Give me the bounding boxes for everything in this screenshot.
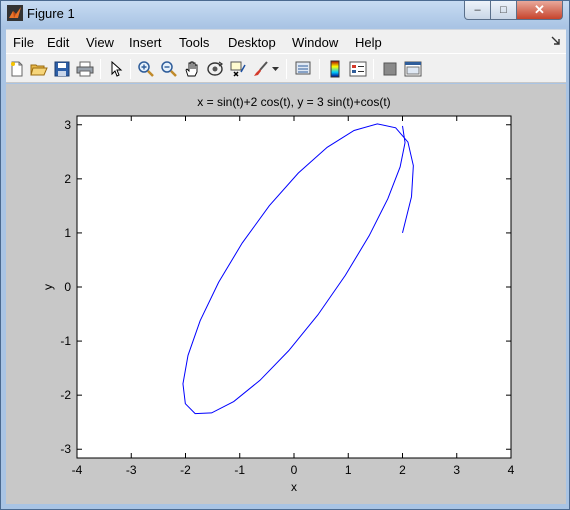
insert-colorbar-icon[interactable] xyxy=(325,59,345,79)
rotate-3d-icon[interactable] xyxy=(205,59,225,79)
save-icon[interactable] xyxy=(52,59,72,79)
figure-canvas[interactable]: -4 -3 -2 -1 0 1 2 3 4 -3 -2 -1 0 1 2 3 x = sin(t)+2 cos… xyxy=(6,84,566,504)
x-axis-label: x xyxy=(291,480,297,494)
menu-tools[interactable]: Tools xyxy=(179,35,209,50)
menu-insert[interactable]: Insert xyxy=(129,35,162,50)
figure-window: Figure 1 – □ ✕ File Edit View Insert Too… xyxy=(0,0,570,510)
y-tick-label: 0 xyxy=(64,280,71,294)
toolbar-separator xyxy=(130,59,131,79)
x-tick-label: 4 xyxy=(508,463,515,477)
close-button[interactable]: ✕ xyxy=(517,1,563,20)
toolbar-separator xyxy=(373,59,374,79)
figure-toolbar xyxy=(6,53,566,83)
x-tick-label: 2 xyxy=(399,463,406,477)
y-tick-label: -3 xyxy=(60,442,71,456)
new-figure-icon[interactable] xyxy=(7,59,27,79)
minimize-button[interactable]: – xyxy=(464,1,491,20)
menu-window[interactable]: Window xyxy=(292,35,338,50)
y-axis-label: y xyxy=(41,284,55,290)
matlab-logo-icon xyxy=(7,5,23,21)
y-tick-label: -1 xyxy=(60,334,71,348)
pan-hand-icon[interactable] xyxy=(182,59,202,79)
menu-view[interactable]: View xyxy=(86,35,114,50)
x-tick-label: 1 xyxy=(345,463,352,477)
data-cursor-icon[interactable] xyxy=(228,59,248,79)
open-file-icon[interactable] xyxy=(29,59,49,79)
menu-help[interactable]: Help xyxy=(355,35,382,50)
brush-icon[interactable] xyxy=(251,59,271,79)
menu-bar: File Edit View Insert Tools Desktop Wind… xyxy=(6,29,566,53)
toolbar-separator xyxy=(319,59,320,79)
menu-edit[interactable]: Edit xyxy=(47,35,69,50)
x-tick-label: -2 xyxy=(180,463,191,477)
link-plot-icon[interactable] xyxy=(293,59,313,79)
y-tick-label: 3 xyxy=(64,118,71,132)
window-title: Figure 1 xyxy=(27,6,75,21)
x-tick-label: 0 xyxy=(291,463,298,477)
zoom-out-icon[interactable] xyxy=(159,59,179,79)
plot-area[interactable]: -4 -3 -2 -1 0 1 2 3 4-3-2-10123 x = sin(t)+2 cos… xyxy=(6,84,566,504)
toolbar-separator xyxy=(286,59,287,79)
dock-arrow-icon[interactable] xyxy=(551,36,560,48)
maximize-button[interactable]: □ xyxy=(491,1,517,20)
y-tick-label: 1 xyxy=(64,226,71,240)
y-tick-label: 2 xyxy=(64,172,71,186)
menu-file[interactable]: File xyxy=(13,35,34,50)
hide-plot-tools-icon[interactable] xyxy=(380,59,400,79)
print-icon[interactable] xyxy=(75,59,95,79)
x-tick-label: 3 xyxy=(453,463,460,477)
x-tick-label: -3 xyxy=(126,463,137,477)
plot-title: x = sin(t)+2 cos(t), y = 3 sin(t)+cos(t) xyxy=(197,95,390,109)
x-tick-label: -4 xyxy=(72,463,83,477)
zoom-in-icon[interactable] xyxy=(136,59,156,79)
insert-legend-icon[interactable] xyxy=(348,59,368,79)
show-plot-tools-icon[interactable] xyxy=(403,59,423,79)
menu-desktop[interactable]: Desktop xyxy=(228,35,276,50)
brush-dropdown-icon[interactable] xyxy=(269,59,281,79)
title-bar[interactable]: Figure 1 – □ ✕ xyxy=(1,1,569,27)
toolbar-separator xyxy=(100,59,101,79)
axes-background xyxy=(77,116,511,458)
edit-plot-arrow-icon[interactable] xyxy=(106,59,126,79)
x-tick-label: -1 xyxy=(234,463,245,477)
y-tick-label: -2 xyxy=(60,388,71,402)
